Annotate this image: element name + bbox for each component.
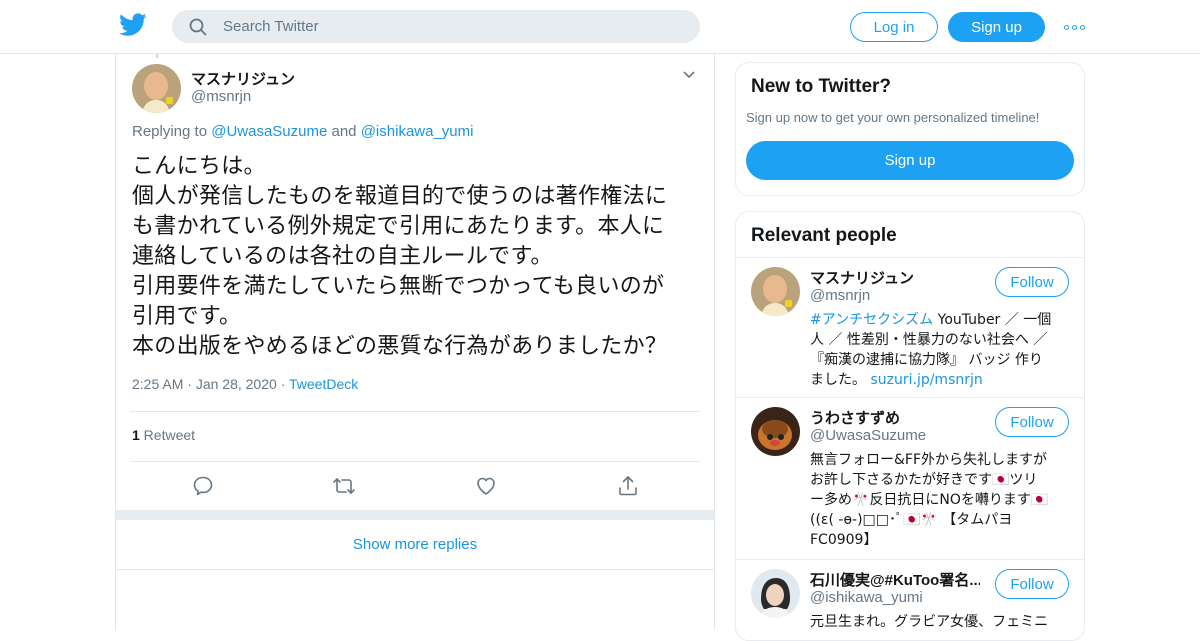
- tweet-text-line: 引用です。: [132, 304, 242, 329]
- bio-text: 『痴漢の逮捕に協力隊』 バッジ 作り: [810, 352, 1043, 368]
- divider: [736, 257, 1084, 258]
- relevant-people-card: Relevant people マスナリジュン @msnrjn Follow #…: [735, 211, 1085, 641]
- tweet-time[interactable]: 2:25 AM: [132, 376, 183, 392]
- bio-link[interactable]: suzuri.jp/msnrjn: [870, 372, 982, 388]
- divider: [130, 461, 700, 462]
- person-name[interactable]: 石川優実@#KuToo署名...: [810, 569, 980, 590]
- hashtag-link[interactable]: #アンチセクシズム: [810, 312, 933, 328]
- tweet-text-line: こんにちは。: [132, 154, 266, 179]
- share-icon[interactable]: [616, 474, 640, 498]
- tweet-text-line: 引用要件を満たしていたら無断でつかっても良いのが: [132, 274, 665, 299]
- sidebar-signup-button[interactable]: Sign up: [746, 141, 1074, 180]
- meta-separator: ·: [187, 376, 196, 392]
- tweet-column: マスナリジュン @msnrjn Replying to @UwasaSuzume…: [115, 54, 715, 630]
- author-name[interactable]: マスナリジュン: [191, 68, 295, 89]
- divider: [736, 397, 1084, 398]
- meta-separator: ·: [280, 376, 289, 392]
- divider: [130, 411, 700, 412]
- person-bio: 無言フォロー&FF外から失礼しますが お許し下さるかたが好きです🇯🇵ツリ ー多め…: [810, 450, 1070, 550]
- signup-card: New to Twitter? Sign up now to get your …: [735, 62, 1085, 196]
- bio-text: 人 ／ 性差別・性暴力のない社会へ ／: [810, 332, 1048, 348]
- signup-card-subtitle: Sign up now to get your own personalized…: [746, 110, 1040, 125]
- bio-text: YouTuber ／ 一個: [933, 312, 1052, 328]
- retweet-icon[interactable]: [332, 474, 356, 498]
- tweet-meta: 2:25 AM · Jan 28, 2020 · TweetDeck: [132, 376, 358, 392]
- person-bio: #アンチセクシズム YouTuber ／ 一個 人 ／ 性差別・性暴力のない社会…: [810, 310, 1070, 390]
- search-icon: [189, 18, 207, 35]
- like-icon[interactable]: [474, 474, 498, 498]
- signup-card-title: New to Twitter?: [751, 76, 892, 97]
- retweet-label: Retweet: [139, 427, 196, 443]
- bio-text: ー多め🎌反日抗日にNOを囀ります🇯🇵: [810, 492, 1049, 508]
- person-bio: 元旦生まれ。グラビア女優、フェミニ: [810, 612, 1070, 632]
- avatar[interactable]: [132, 64, 181, 113]
- signup-button[interactable]: Sign up: [948, 12, 1045, 42]
- replying-and: and: [327, 123, 361, 140]
- follow-button[interactable]: Follow: [995, 569, 1069, 599]
- retweet-count: 1: [132, 427, 140, 443]
- replying-prefix: Replying to: [132, 123, 212, 140]
- search-input[interactable]: [223, 18, 663, 35]
- person-handle[interactable]: @msnrjn: [810, 287, 870, 304]
- show-more-replies-link[interactable]: Show more replies: [116, 520, 714, 570]
- search-bar[interactable]: [172, 10, 700, 43]
- tweet-text-line: 本の出版をやめるほどの悪質な行為がありましたか？: [132, 334, 668, 359]
- bio-text: ((ε( -ө-)□□･ﾟ🇯🇵🎌 【タムパヨ: [810, 512, 1013, 528]
- bio-text: 無言フォロー&FF外から失礼しますが: [810, 452, 1048, 468]
- section-separator: [116, 510, 714, 520]
- login-button[interactable]: Log in: [850, 12, 938, 42]
- tweet-source[interactable]: TweetDeck: [289, 376, 358, 392]
- chevron-down-icon[interactable]: [682, 70, 696, 80]
- follow-button[interactable]: Follow: [995, 407, 1069, 437]
- retweet-stats[interactable]: 1 Retweet: [132, 427, 195, 443]
- top-bar: Log in Sign up: [0, 0, 1200, 54]
- mention-link[interactable]: @ishikawa_yumi: [361, 123, 474, 140]
- bio-text: FC0909】: [810, 532, 878, 548]
- tweet-text: こんにちは。 個人が発信したものを報道目的で使うのは著作権法に も書かれている例…: [132, 152, 708, 362]
- mention-link[interactable]: @UwasaSuzume: [211, 123, 327, 140]
- person-name[interactable]: マスナリジュン: [810, 267, 980, 288]
- reply-icon[interactable]: [191, 474, 215, 498]
- avatar[interactable]: [751, 569, 800, 618]
- tweet-text-line: 連絡しているのは各社の自主ルールです。: [132, 244, 553, 269]
- avatar[interactable]: [751, 267, 800, 316]
- person-handle[interactable]: @ishikawa_yumi: [810, 589, 923, 606]
- twitter-bird-icon[interactable]: [119, 13, 147, 37]
- bio-text: 元旦生まれ。グラビア女優、フェミニ: [810, 614, 1049, 630]
- thread-line: [156, 54, 158, 58]
- tweet-text-line: 個人が発信したものを報道目的で使うのは著作権法に: [132, 184, 668, 209]
- divider: [736, 559, 1084, 560]
- person-handle[interactable]: @UwasaSuzume: [810, 427, 926, 444]
- tweet-date[interactable]: Jan 28, 2020: [196, 376, 277, 392]
- more-dots-icon[interactable]: [1064, 21, 1086, 33]
- bio-text: お許し下さるかたが好きです🇯🇵ツリ: [810, 472, 1038, 488]
- relevant-people-title: Relevant people: [751, 225, 897, 246]
- follow-button[interactable]: Follow: [995, 267, 1069, 297]
- tweet-actions: [116, 474, 716, 498]
- replying-to: Replying to @UwasaSuzume and @ishikawa_y…: [132, 123, 473, 140]
- bio-text: ました。: [810, 372, 871, 388]
- author-handle[interactable]: @msnrjn: [191, 88, 251, 105]
- person-name[interactable]: うわさすずめ: [810, 407, 980, 428]
- tweet-text-line: も書かれている例外規定で引用にあたります。本人に: [132, 214, 665, 239]
- avatar[interactable]: [751, 407, 800, 456]
